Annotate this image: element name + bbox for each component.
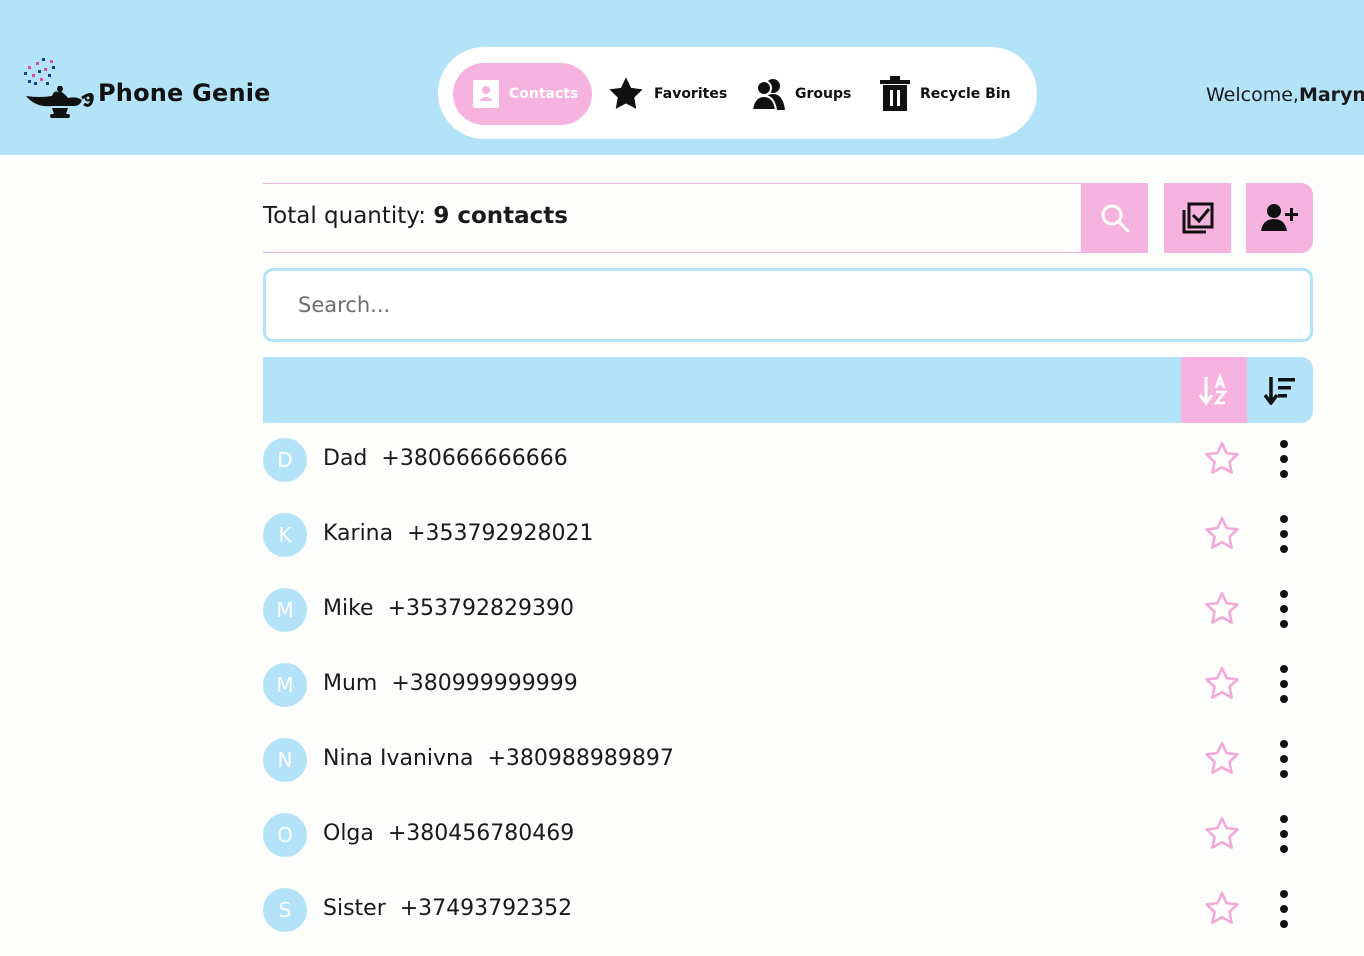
search-button[interactable] (1081, 183, 1148, 253)
nav-recycle-bin-label: Recycle Bin (920, 86, 1011, 102)
contact-name: Dad (323, 446, 368, 471)
sort-desc-icon (1264, 377, 1295, 405)
contact-row[interactable]: K Karina +353792928021 (263, 513, 1313, 573)
star-outline-icon[interactable] (1203, 815, 1241, 853)
more-vertical-icon[interactable] (1271, 812, 1297, 856)
total-value: 9 contacts (433, 203, 568, 229)
total-quantity: Total quantity: 9 contacts (263, 203, 568, 229)
contact-book-icon (473, 80, 499, 108)
avatar: D (263, 438, 307, 482)
contact-phone: +380666666666 (381, 446, 568, 471)
contact-row[interactable]: N Nina Ivanivna +380988989897 (263, 738, 1313, 798)
add-user-icon (1260, 204, 1298, 231)
sort-order-button[interactable] (1247, 357, 1313, 423)
trash-icon (880, 76, 910, 111)
contact-row[interactable]: D Dad +380666666666 (263, 438, 1313, 498)
avatar: M (263, 663, 307, 707)
search-field-container (263, 268, 1313, 342)
main-nav: Contacts Favorites Groups Recycle Bin (438, 47, 1037, 139)
app-header: Phone Genie Contacts Favorites Groups Re… (0, 0, 1364, 155)
app-name: Phone Genie (98, 79, 271, 107)
star-outline-icon[interactable] (1203, 665, 1241, 703)
user-name: Maryn (1298, 84, 1364, 106)
contact-name: Mum (323, 671, 378, 696)
avatar: S (263, 888, 307, 932)
star-outline-icon[interactable] (1203, 440, 1241, 478)
add-contact-button[interactable] (1246, 183, 1313, 253)
more-vertical-icon[interactable] (1271, 662, 1297, 706)
checkbox-multi-icon (1182, 202, 1213, 234)
nav-groups[interactable]: Groups (751, 63, 851, 125)
logo[interactable]: Phone Genie (22, 56, 271, 130)
nav-recycle-bin[interactable]: Recycle Bin (878, 63, 1011, 125)
avatar: N (263, 738, 307, 782)
contact-name: Mike (323, 596, 374, 621)
nav-contacts[interactable]: Contacts (453, 63, 592, 125)
search-icon (1101, 204, 1129, 233)
contact-name: Sister (323, 896, 386, 921)
select-contacts-button[interactable] (1164, 183, 1231, 253)
nav-contacts-label: Contacts (509, 86, 579, 102)
more-vertical-icon[interactable] (1271, 587, 1297, 631)
star-outline-icon[interactable] (1203, 590, 1241, 628)
avatar: K (263, 513, 307, 557)
contact-row[interactable]: M Mike +353792829390 (263, 588, 1313, 648)
sort-alphabetical-button[interactable] (1181, 357, 1247, 423)
star-outline-icon[interactable] (1203, 515, 1241, 553)
contact-row[interactable]: S Sister +37493792352 (263, 888, 1313, 948)
contact-row[interactable]: O Olga +380456780469 (263, 813, 1313, 873)
contact-phone: +380988989897 (487, 746, 674, 771)
search-input[interactable] (266, 271, 1310, 339)
sort-alpha-icon (1199, 374, 1228, 406)
nav-favorites[interactable]: Favorites (606, 63, 727, 125)
contacts-toolbar: Total quantity: 9 contacts (263, 183, 1313, 253)
welcome-message: Welcome,Maryn (1206, 84, 1364, 106)
avatar: M (263, 588, 307, 632)
contact-row[interactable]: M Mum +380999999999 (263, 663, 1313, 723)
more-vertical-icon[interactable] (1271, 887, 1297, 931)
contact-phone: +353792829390 (387, 596, 574, 621)
toolbar-divider (263, 183, 1081, 184)
more-vertical-icon[interactable] (1271, 512, 1297, 556)
contact-phone: +37493792352 (399, 896, 573, 921)
star-icon (609, 77, 643, 109)
nav-groups-label: Groups (795, 86, 852, 102)
star-outline-icon[interactable] (1203, 890, 1241, 928)
welcome-prefix: Welcome, (1206, 84, 1299, 106)
total-label: Total quantity: (263, 203, 426, 229)
magic-lamp-icon (24, 58, 94, 118)
contact-name: Nina Ivanivna (323, 746, 474, 771)
contact-phone: +380456780469 (387, 821, 575, 846)
nav-favorites-label: Favorites (654, 86, 728, 102)
toolbar-divider (263, 252, 1081, 253)
users-icon (751, 79, 785, 111)
sort-bar (263, 357, 1313, 423)
contact-name: Olga (323, 821, 374, 846)
avatar: O (263, 813, 307, 857)
more-vertical-icon[interactable] (1271, 437, 1297, 481)
more-vertical-icon[interactable] (1271, 737, 1297, 781)
contact-name: Karina (323, 521, 394, 546)
contact-phone: +353792928021 (407, 521, 594, 546)
contact-phone: +380999999999 (391, 671, 578, 696)
star-outline-icon[interactable] (1203, 740, 1241, 778)
